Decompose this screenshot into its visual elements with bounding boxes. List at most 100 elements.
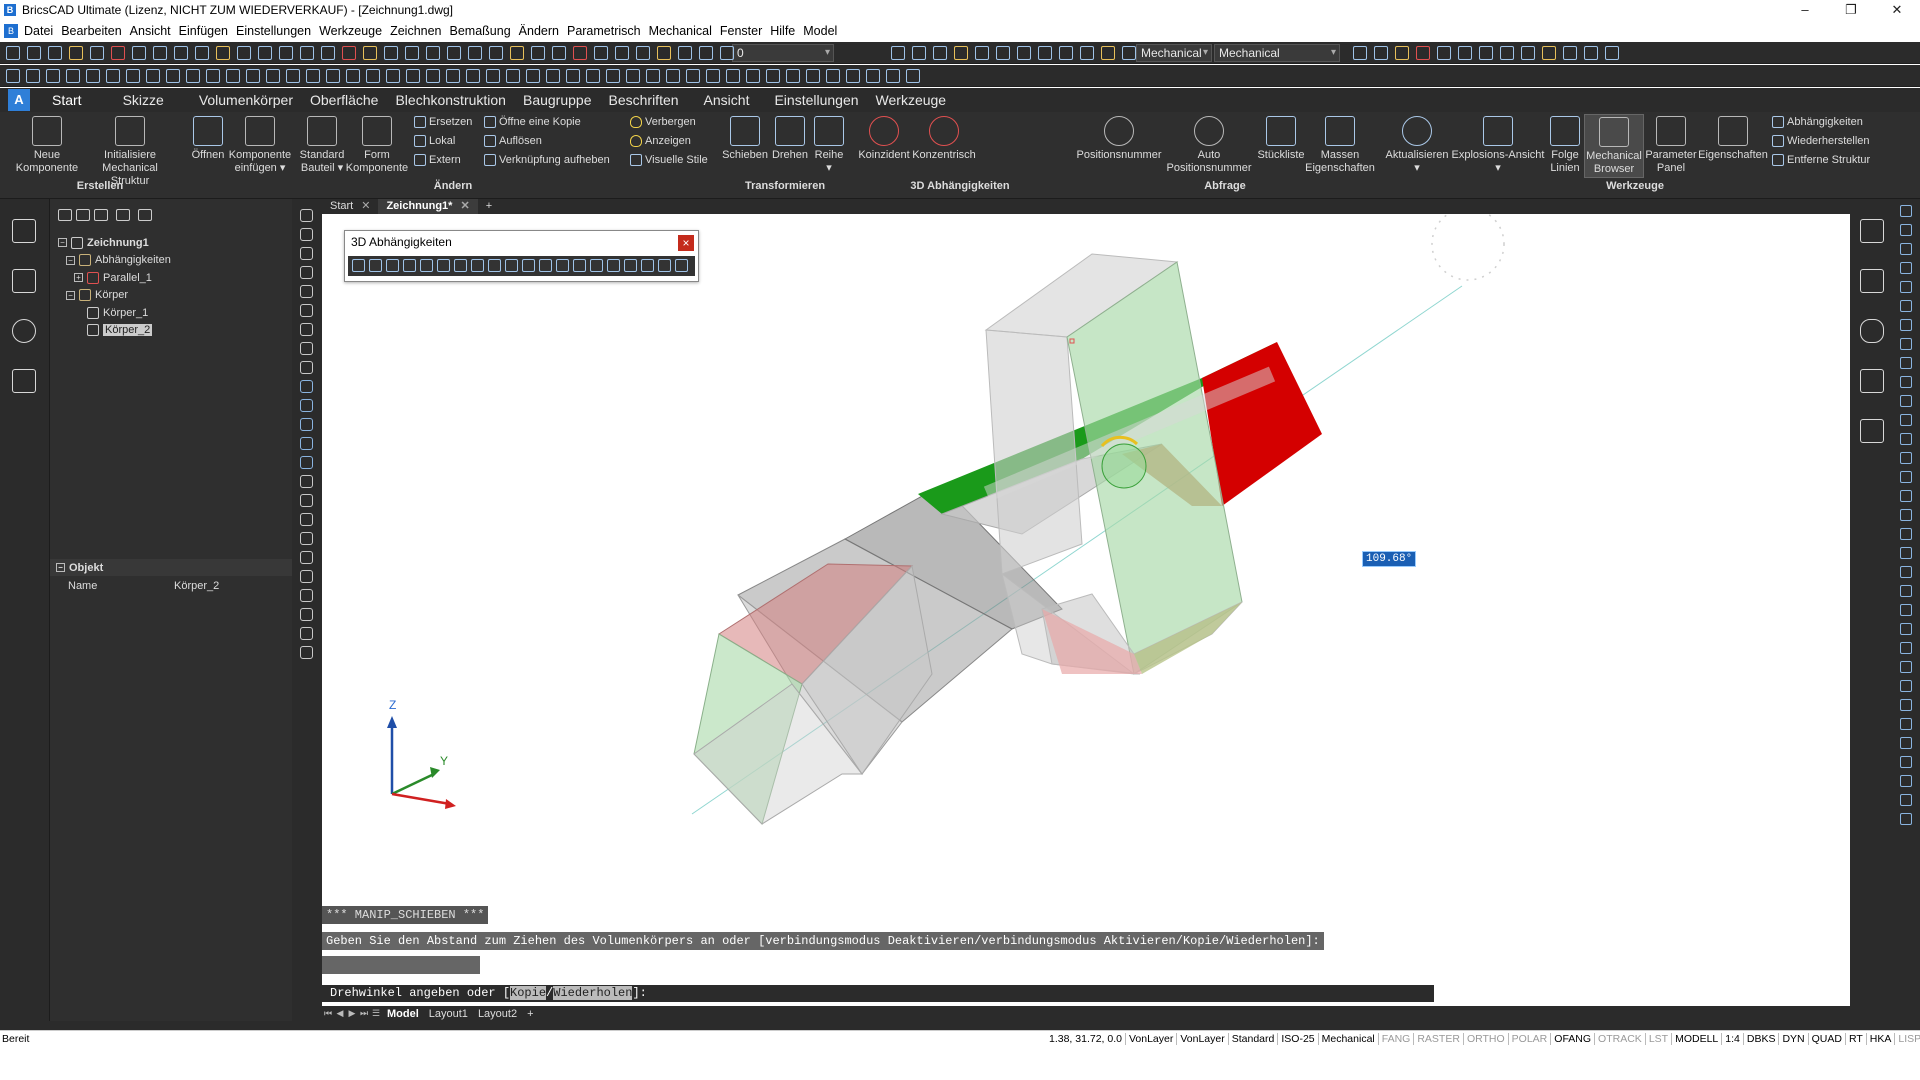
toolbar-tool-icon[interactable] bbox=[86, 69, 100, 83]
menu-bemassung[interactable]: Bemaßung bbox=[450, 24, 511, 38]
toolbar-tool-icon[interactable] bbox=[646, 69, 660, 83]
toolbar-tool-icon[interactable] bbox=[326, 69, 340, 83]
menu-einstellungen[interactable]: Einstellungen bbox=[236, 24, 311, 38]
toolbar-tool-icon[interactable] bbox=[866, 69, 880, 83]
tab-start[interactable]: Start bbox=[48, 92, 86, 108]
tree-tool-icon-5[interactable] bbox=[138, 209, 152, 221]
tree-tool-icon-2[interactable] bbox=[76, 209, 90, 221]
form-komponente-button[interactable]: Form Komponente bbox=[344, 114, 410, 175]
status-toggle[interactable]: LST bbox=[1646, 1033, 1673, 1045]
menu-hilfe[interactable]: Hilfe bbox=[770, 24, 795, 38]
toolbar-tool-icon[interactable] bbox=[746, 69, 760, 83]
constraint-tool-icon[interactable] bbox=[386, 259, 399, 272]
side-tool-icon[interactable] bbox=[1900, 490, 1912, 502]
toolbar-tool-icon[interactable] bbox=[912, 46, 926, 60]
constraint-tool-icon[interactable] bbox=[573, 259, 586, 272]
toolbar-tool-icon[interactable] bbox=[321, 46, 335, 60]
toolbar-tool-icon[interactable] bbox=[174, 46, 188, 60]
toolbar-tool-icon[interactable] bbox=[406, 69, 420, 83]
lightbulb-panel-icon[interactable] bbox=[12, 319, 36, 343]
tree-tool-icon-1[interactable] bbox=[58, 209, 72, 221]
tree-node-koerper-2[interactable]: Körper_2 bbox=[58, 322, 288, 340]
draw-tool-icon[interactable] bbox=[300, 551, 313, 564]
toolbar-tool-icon[interactable] bbox=[206, 69, 220, 83]
toolbar-tool-icon[interactable] bbox=[258, 46, 272, 60]
menu-zeichnen[interactable]: Zeichnen bbox=[390, 24, 441, 38]
toolbar-tool-icon[interactable] bbox=[626, 69, 640, 83]
toolbar-tool-icon[interactable] bbox=[573, 46, 587, 60]
toolbar-tool-icon[interactable] bbox=[975, 46, 989, 60]
aktualisieren-button[interactable]: Aktualisieren ▾ bbox=[1382, 114, 1452, 175]
draw-tool-icon[interactable] bbox=[300, 437, 313, 450]
side-tool-icon[interactable] bbox=[1900, 433, 1912, 445]
toolbar-tool-icon[interactable] bbox=[426, 46, 440, 60]
side-tool-icon[interactable] bbox=[1900, 623, 1912, 635]
toolbar-tool-icon[interactable] bbox=[300, 46, 314, 60]
toolbar-tool-icon[interactable] bbox=[286, 69, 300, 83]
properties-sliders-icon[interactable] bbox=[1860, 219, 1884, 243]
menu-werkzeuge[interactable]: Werkzeuge bbox=[319, 24, 382, 38]
constraint-tool-icon[interactable] bbox=[675, 259, 688, 272]
side-tool-icon[interactable] bbox=[1900, 262, 1912, 274]
toolbar-tool-icon[interactable] bbox=[996, 46, 1010, 60]
draw-tool-icon[interactable] bbox=[300, 456, 313, 469]
tab-skizze[interactable]: Skizze bbox=[119, 92, 168, 108]
layout-tab-model[interactable]: Model bbox=[382, 1008, 424, 1020]
menu-fenster[interactable]: Fenster bbox=[720, 24, 762, 38]
status-toggle[interactable]: 1:4 bbox=[1722, 1033, 1744, 1045]
tab-ansicht[interactable]: Ansicht bbox=[700, 92, 754, 108]
toolbar-tool-icon[interactable] bbox=[891, 46, 905, 60]
toolbar-tool-icon[interactable] bbox=[1416, 46, 1430, 60]
status-toggle[interactable]: ORTHO bbox=[1464, 1033, 1509, 1045]
tab-oberflaeche[interactable]: Oberfläche bbox=[306, 92, 382, 108]
toolbar-tool-icon[interactable] bbox=[489, 46, 503, 60]
constraint-tool-icon[interactable] bbox=[488, 259, 501, 272]
draw-tool-icon[interactable] bbox=[300, 380, 313, 393]
constraint-tool-icon[interactable] bbox=[539, 259, 552, 272]
toolbar-tool-icon[interactable] bbox=[726, 69, 740, 83]
menu-datei[interactable]: Datei bbox=[24, 24, 53, 38]
status-toggle[interactable]: ISO-25 bbox=[1278, 1033, 1319, 1045]
tab-beschriften[interactable]: Beschriften bbox=[605, 92, 683, 108]
toolbar-tool-icon[interactable] bbox=[506, 69, 520, 83]
profile-dropdown[interactable]: Mechanical bbox=[1214, 44, 1340, 62]
toolbar-tool-icon[interactable] bbox=[826, 69, 840, 83]
side-tool-icon[interactable] bbox=[1900, 281, 1912, 293]
tab-einstellungen[interactable]: Einstellungen bbox=[770, 92, 862, 108]
side-tool-icon[interactable] bbox=[1900, 699, 1912, 711]
toolbar-tool-icon[interactable] bbox=[846, 69, 860, 83]
status-toggle[interactable]: VonLayer bbox=[1177, 1033, 1229, 1045]
menu-einfuegen[interactable]: Einfügen bbox=[179, 24, 228, 38]
table-icon[interactable] bbox=[12, 369, 36, 393]
side-tool-icon[interactable] bbox=[1900, 680, 1912, 692]
side-tool-icon[interactable] bbox=[1900, 756, 1912, 768]
toolbar-tool-icon[interactable] bbox=[906, 69, 920, 83]
prev-layout-icon[interactable]: ◀ bbox=[334, 1008, 346, 1019]
draw-tool-icon[interactable] bbox=[300, 627, 313, 640]
toolbar-tool-icon[interactable] bbox=[1101, 46, 1115, 60]
toolbar-tool-icon[interactable] bbox=[66, 69, 80, 83]
draw-tool-icon[interactable] bbox=[300, 209, 313, 222]
toolbar-tool-icon[interactable] bbox=[615, 46, 629, 60]
toolbar-tool-icon[interactable] bbox=[266, 69, 280, 83]
constraint-tool-icon[interactable] bbox=[556, 259, 569, 272]
add-tab-button[interactable]: + bbox=[478, 199, 500, 214]
toolbar-tool-icon[interactable] bbox=[237, 46, 251, 60]
toolbar-tool-icon[interactable] bbox=[1038, 46, 1052, 60]
tab-blechkonstruktion[interactable]: Blechkonstruktion bbox=[391, 92, 510, 108]
koinzident-button[interactable]: Koinzident bbox=[854, 114, 914, 162]
toolbar-tool-icon[interactable] bbox=[594, 46, 608, 60]
visuelle-stile-button[interactable]: Visuelle Stile bbox=[630, 154, 708, 166]
toolbar-tool-icon[interactable] bbox=[346, 69, 360, 83]
app-menu-icon[interactable]: B bbox=[4, 24, 18, 38]
toolbar-tool-icon[interactable] bbox=[526, 69, 540, 83]
standard-bauteil-button[interactable]: Standard Bauteil ▾ bbox=[294, 114, 350, 175]
side-tool-icon[interactable] bbox=[1900, 357, 1912, 369]
toolbar-tool-icon[interactable] bbox=[153, 46, 167, 60]
menu-mechanical[interactable]: Mechanical bbox=[649, 24, 712, 38]
toolbar-tool-icon[interactable] bbox=[226, 69, 240, 83]
side-tool-icon[interactable] bbox=[1900, 528, 1912, 540]
toolbar-tool-icon[interactable] bbox=[426, 69, 440, 83]
status-toggle[interactable]: OTRACK bbox=[1595, 1033, 1646, 1045]
status-toggle[interactable]: QUAD bbox=[1809, 1033, 1846, 1045]
